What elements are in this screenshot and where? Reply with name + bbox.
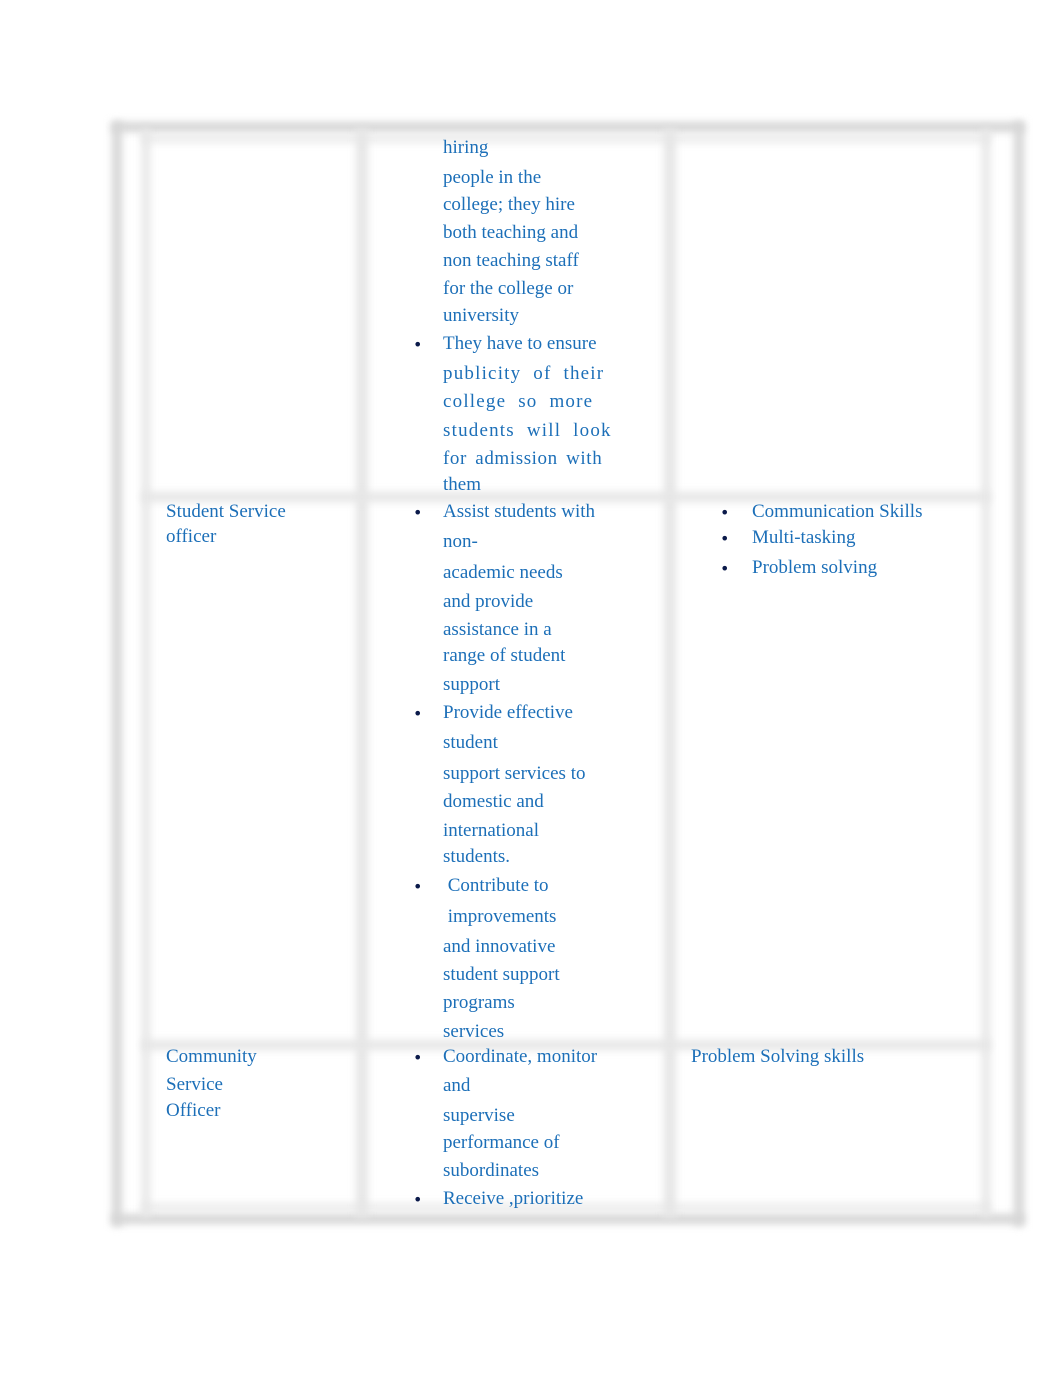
table-border-bottom [112,1214,1024,1224]
skill-item: Communication Skills [752,501,923,522]
text-line: assistance in a [443,619,552,640]
table-border-top [112,122,1024,132]
text-line: support services to [443,763,586,784]
row-inner-top [142,136,990,142]
text-line: people in the [443,167,542,188]
text-line: improvements [443,906,557,927]
bullet-icon: • [720,503,730,522]
column-divider-2 [664,128,676,1218]
bullet-icon: • [413,503,423,522]
text-line: performance of [443,1132,560,1153]
role-title-line: Officer [166,1100,221,1121]
text-line: domestic and [443,791,544,812]
bullet-icon: • [413,877,423,896]
text-line: Receive ,prioritize [443,1188,584,1209]
role-title-line: Student Service [166,501,286,522]
text-line: support [443,674,500,695]
bullet-icon: • [720,529,730,548]
text-line: and innovative [443,936,556,957]
text-line: student [443,732,498,753]
text-line: college; they hire [443,194,575,215]
role-title-line: Community [166,1046,257,1067]
text-line: Coordinate, monitor [443,1046,598,1067]
text-line: student support [443,964,560,985]
text-line: non teaching staff [443,250,579,271]
table-border-left [112,122,122,1226]
bullet-icon: • [413,335,423,354]
text-line: They have to ensure [443,333,597,354]
text-line: international [443,820,540,841]
skill-item: Problem Solving skills [691,1046,865,1067]
skill-item: Problem solving [752,557,878,578]
column-divider-1 [356,128,368,1218]
text-line: services [443,1021,505,1042]
text-line: non- [443,531,478,552]
text-line: Assist students with [443,501,596,522]
bullet-icon: • [413,704,423,723]
text-line: and provide [443,591,534,612]
role-title-line: officer [166,526,217,547]
table-inner-right [982,128,990,1218]
bullet-icon: • [720,559,730,578]
text-line: them [443,474,481,495]
text-line: Contribute to [443,875,549,896]
text-line: students. [443,846,511,867]
skill-item: Multi-tasking [752,527,856,548]
text-line: Provide effective [443,702,573,723]
text-line: hiring [443,137,489,158]
text-line: for the college or [443,278,574,299]
text-line: academic needs [443,562,563,583]
text-line: students will look [443,420,612,441]
role-title-line: Service [166,1074,223,1095]
text-line: university [443,305,519,326]
text-line: publicity of their [443,363,605,384]
bullet-icon: • [413,1048,423,1067]
table-inner-left [142,128,150,1218]
text-line: college so more [443,391,594,412]
table-border-right [1014,122,1024,1226]
text-line: subordinates [443,1160,540,1181]
text-line: and [443,1075,471,1096]
text-line: programs [443,992,515,1013]
bullet-icon: • [413,1190,423,1209]
text-line: range of student [443,645,566,666]
text-line: supervise [443,1105,515,1126]
text-line: for admission with [443,448,603,469]
text-line: both teaching and [443,222,579,243]
